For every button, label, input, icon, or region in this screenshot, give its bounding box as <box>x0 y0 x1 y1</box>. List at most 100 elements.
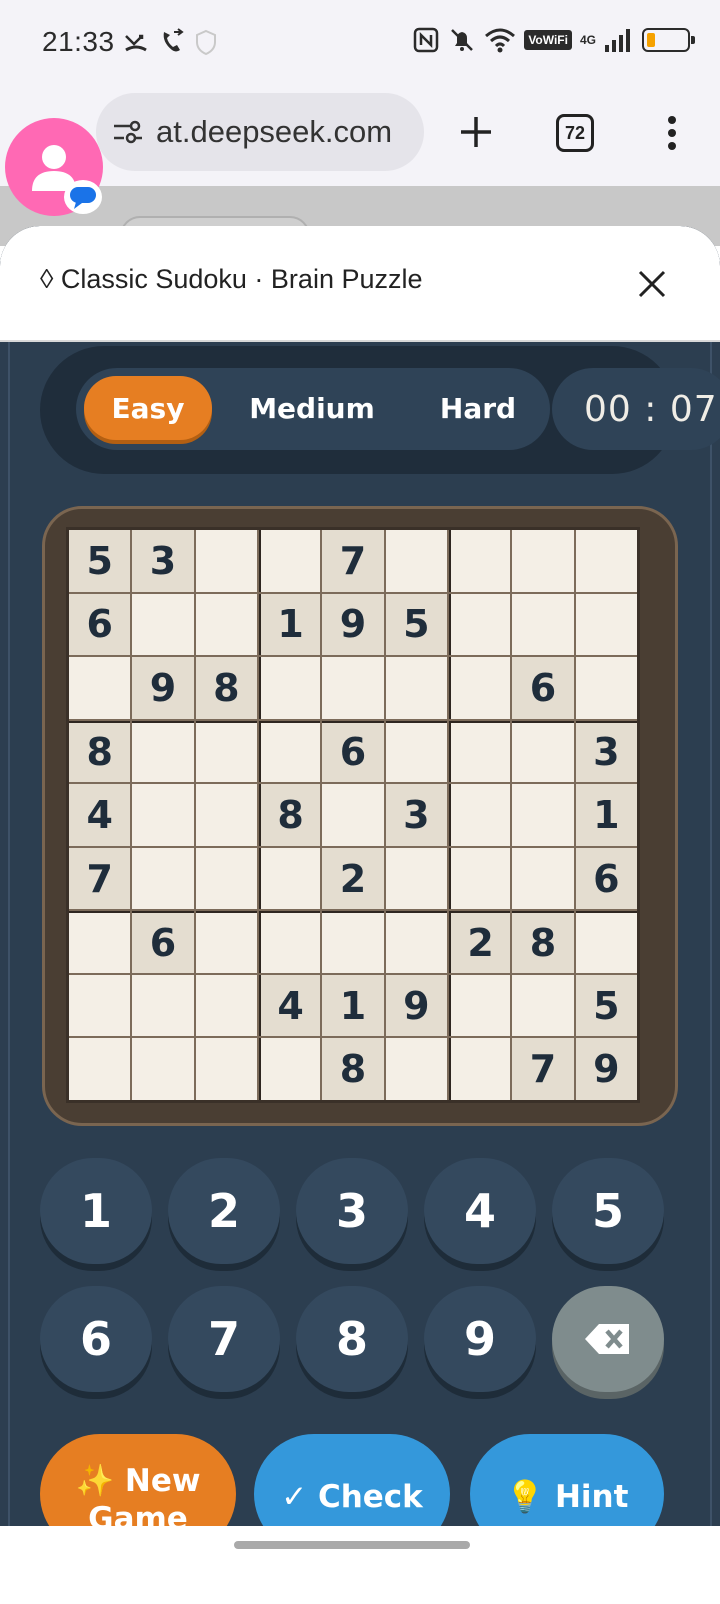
empty-cell[interactable] <box>195 1038 257 1100</box>
given-cell[interactable]: 3 <box>385 784 447 846</box>
difficulty-easy-button[interactable]: Easy <box>84 376 212 440</box>
given-cell[interactable]: 1 <box>575 784 637 846</box>
given-cell[interactable]: 8 <box>512 911 574 973</box>
empty-cell[interactable] <box>69 974 131 1037</box>
empty-cell[interactable] <box>132 593 194 656</box>
empty-cell[interactable] <box>448 974 511 1037</box>
site-settings-icon[interactable] <box>110 118 146 146</box>
empty-cell[interactable] <box>512 530 574 592</box>
empty-cell[interactable] <box>512 974 574 1037</box>
given-cell[interactable]: 5 <box>575 974 637 1037</box>
empty-cell[interactable] <box>512 847 574 910</box>
empty-cell[interactable] <box>448 593 511 656</box>
given-cell[interactable]: 2 <box>448 911 511 973</box>
given-cell[interactable]: 3 <box>132 530 194 592</box>
empty-cell[interactable] <box>195 720 257 783</box>
tab-switcher-button[interactable]: 72 <box>556 114 594 152</box>
empty-cell[interactable] <box>385 530 447 592</box>
number-key-9[interactable]: 9 <box>424 1286 536 1392</box>
given-cell[interactable]: 6 <box>575 847 637 910</box>
empty-cell[interactable] <box>258 911 321 973</box>
given-cell[interactable]: 6 <box>322 720 384 783</box>
address-bar[interactable]: at.deepseek.com <box>96 93 424 171</box>
given-cell[interactable]: 8 <box>195 657 257 719</box>
given-cell[interactable]: 9 <box>132 657 194 719</box>
difficulty-hard-button[interactable]: Hard <box>408 376 548 440</box>
empty-cell[interactable] <box>385 657 447 719</box>
given-cell[interactable]: 1 <box>322 974 384 1037</box>
overflow-menu-icon[interactable] <box>652 110 692 156</box>
given-cell[interactable]: 3 <box>575 720 637 783</box>
empty-cell[interactable] <box>512 720 574 783</box>
given-cell[interactable]: 4 <box>258 974 321 1037</box>
empty-cell[interactable] <box>195 530 257 592</box>
empty-cell[interactable] <box>322 784 384 846</box>
given-cell[interactable]: 6 <box>69 593 131 656</box>
url-text[interactable]: at.deepseek.com <box>156 114 392 150</box>
empty-cell[interactable] <box>322 911 384 973</box>
empty-cell[interactable] <box>512 593 574 656</box>
empty-cell[interactable] <box>258 530 321 592</box>
number-key-2[interactable]: 2 <box>168 1158 280 1264</box>
empty-cell[interactable] <box>132 847 194 910</box>
number-key-1[interactable]: 1 <box>40 1158 152 1264</box>
empty-cell[interactable] <box>385 911 447 973</box>
number-key-3[interactable]: 3 <box>296 1158 408 1264</box>
given-cell[interactable]: 6 <box>132 911 194 973</box>
given-cell[interactable]: 2 <box>322 847 384 910</box>
empty-cell[interactable] <box>69 911 131 973</box>
empty-cell[interactable] <box>575 657 637 719</box>
given-cell[interactable]: 5 <box>385 593 447 656</box>
empty-cell[interactable] <box>575 911 637 973</box>
empty-cell[interactable] <box>132 1038 194 1100</box>
given-cell[interactable]: 7 <box>322 530 384 592</box>
empty-cell[interactable] <box>448 847 511 910</box>
given-cell[interactable]: 7 <box>69 847 131 910</box>
empty-cell[interactable] <box>258 657 321 719</box>
empty-cell[interactable] <box>512 784 574 846</box>
empty-cell[interactable] <box>575 593 637 656</box>
empty-cell[interactable] <box>385 1038 447 1100</box>
given-cell[interactable]: 9 <box>385 974 447 1037</box>
gesture-handle[interactable] <box>234 1541 470 1549</box>
empty-cell[interactable] <box>195 911 257 973</box>
given-cell[interactable]: 8 <box>258 784 321 846</box>
close-icon[interactable] <box>632 264 672 304</box>
given-cell[interactable]: 1 <box>258 593 321 656</box>
erase-button[interactable] <box>552 1286 664 1392</box>
given-cell[interactable]: 9 <box>322 593 384 656</box>
empty-cell[interactable] <box>195 847 257 910</box>
number-key-4[interactable]: 4 <box>424 1158 536 1264</box>
empty-cell[interactable] <box>195 593 257 656</box>
empty-cell[interactable] <box>69 657 131 719</box>
given-cell[interactable]: 8 <box>69 720 131 783</box>
empty-cell[interactable] <box>448 1038 511 1100</box>
number-key-6[interactable]: 6 <box>40 1286 152 1392</box>
given-cell[interactable]: 5 <box>69 530 131 592</box>
given-cell[interactable]: 7 <box>512 1038 574 1100</box>
empty-cell[interactable] <box>448 657 511 719</box>
empty-cell[interactable] <box>195 974 257 1037</box>
new-tab-button[interactable] <box>452 108 500 156</box>
given-cell[interactable]: 8 <box>322 1038 384 1100</box>
empty-cell[interactable] <box>132 974 194 1037</box>
empty-cell[interactable] <box>448 784 511 846</box>
empty-cell[interactable] <box>132 784 194 846</box>
number-key-5[interactable]: 5 <box>552 1158 664 1264</box>
given-cell[interactable]: 6 <box>512 657 574 719</box>
difficulty-medium-button[interactable]: Medium <box>228 376 396 440</box>
empty-cell[interactable] <box>258 720 321 783</box>
empty-cell[interactable] <box>195 784 257 846</box>
number-key-7[interactable]: 7 <box>168 1286 280 1392</box>
given-cell[interactable]: 4 <box>69 784 131 846</box>
empty-cell[interactable] <box>69 1038 131 1100</box>
empty-cell[interactable] <box>322 657 384 719</box>
empty-cell[interactable] <box>448 530 511 592</box>
number-key-8[interactable]: 8 <box>296 1286 408 1392</box>
empty-cell[interactable] <box>258 1038 321 1100</box>
empty-cell[interactable] <box>258 847 321 910</box>
given-cell[interactable]: 9 <box>575 1038 637 1100</box>
empty-cell[interactable] <box>385 720 447 783</box>
empty-cell[interactable] <box>575 530 637 592</box>
empty-cell[interactable] <box>385 847 447 910</box>
